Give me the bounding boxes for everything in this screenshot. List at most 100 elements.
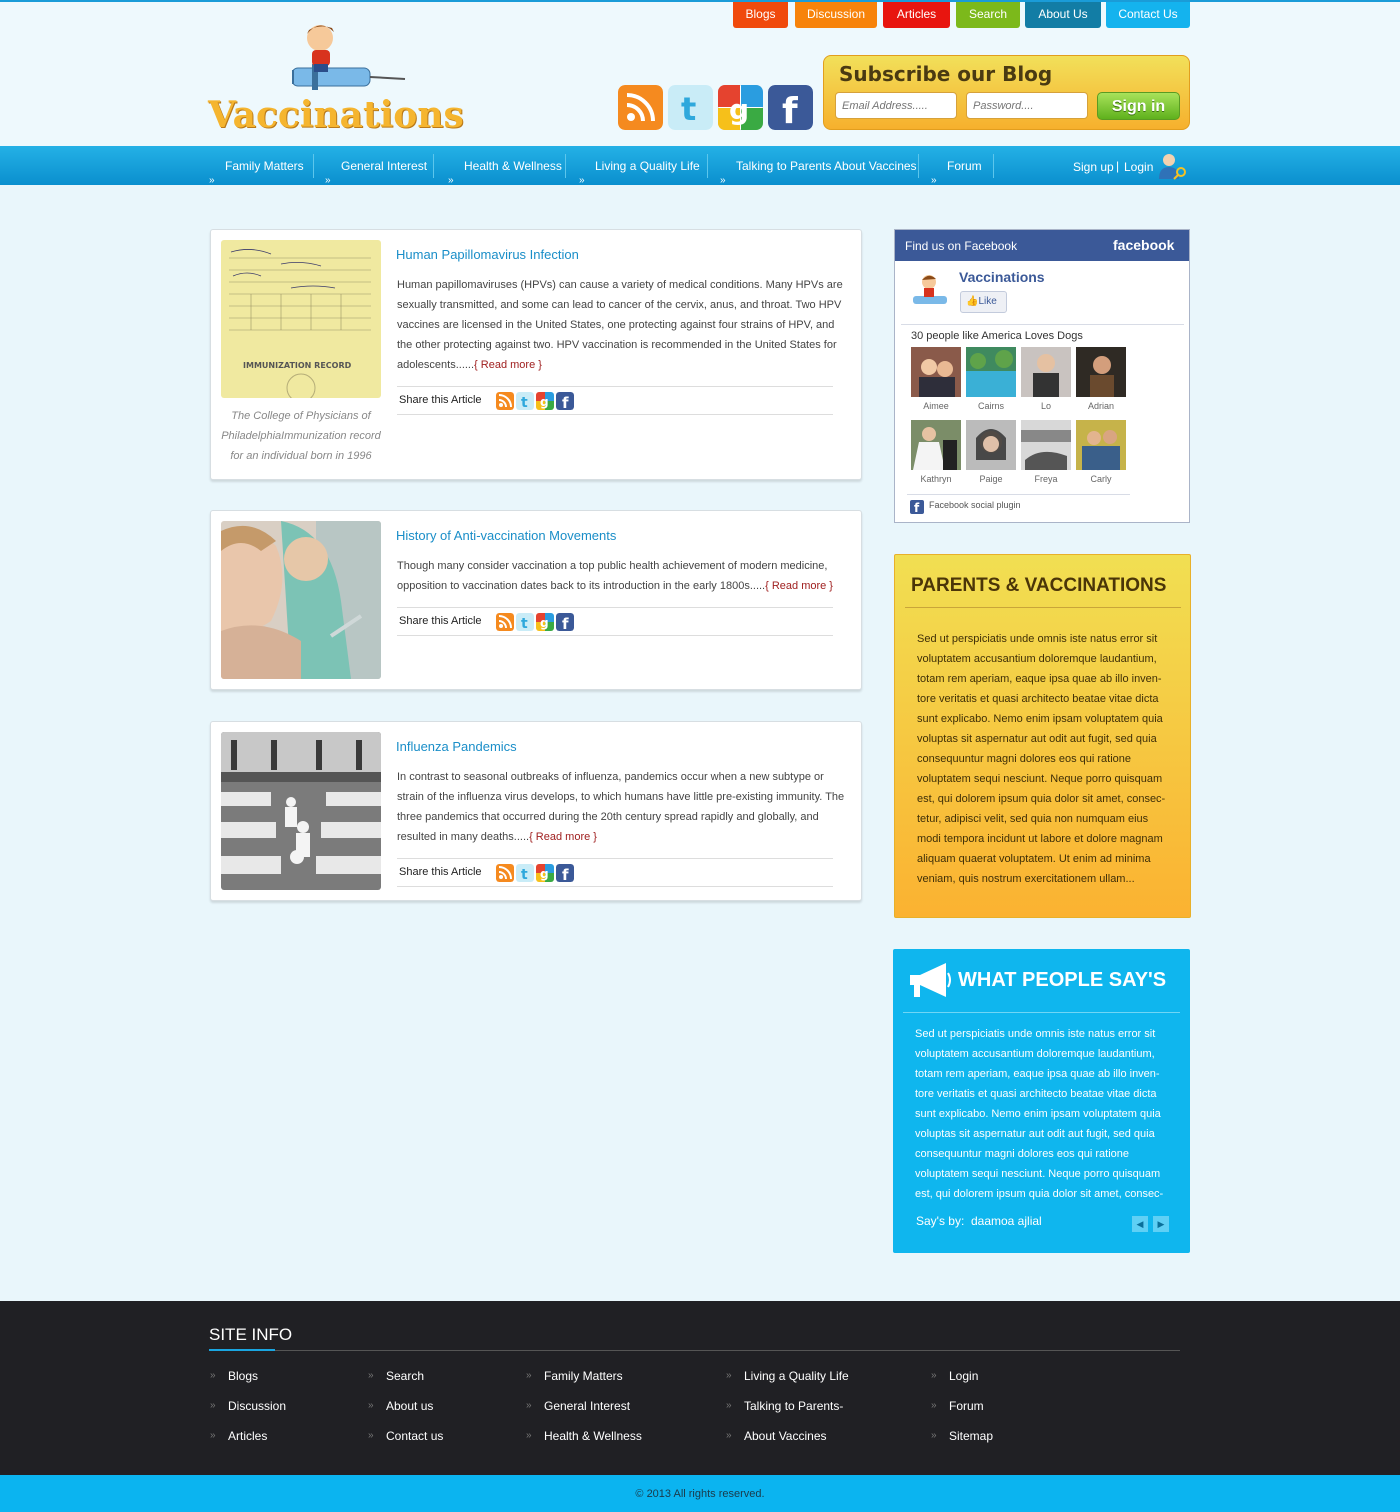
svg-text:t: t xyxy=(681,90,696,128)
twitter-icon[interactable]: t xyxy=(516,392,534,410)
twitter-icon[interactable]: t xyxy=(668,85,713,130)
fan-avatar[interactable]: Lo xyxy=(1021,347,1071,411)
twitter-icon[interactable]: t xyxy=(516,864,534,882)
article-excerpt: Human papillomaviruses (HPVs) can cause … xyxy=(397,275,847,375)
page-avatar[interactable] xyxy=(913,270,953,312)
svg-text:t: t xyxy=(521,395,528,410)
nav-health-wellness[interactable]: » Health & Wellness xyxy=(448,146,562,186)
fan-avatar[interactable]: Paige xyxy=(966,420,1016,484)
topnav-about-us[interactable]: About Us xyxy=(1025,2,1101,28)
footer-link-search[interactable]: » Search xyxy=(368,1369,424,1383)
nav-label: Forum xyxy=(947,159,982,173)
logo-text[interactable]: Vaccinations xyxy=(208,94,464,136)
password-field[interactable] xyxy=(966,92,1088,119)
fan-avatar[interactable]: Cairns xyxy=(966,347,1016,411)
nav-forum[interactable]: » Forum xyxy=(931,146,982,186)
google-icon[interactable]: g xyxy=(536,392,554,410)
facebook-page-name[interactable]: Vaccinations xyxy=(959,269,1045,285)
topnav-search[interactable]: Search xyxy=(956,2,1020,28)
divider xyxy=(905,607,1181,608)
article-title[interactable]: Influenza Pandemics xyxy=(396,739,517,754)
footer-link-login[interactable]: » Login xyxy=(931,1369,978,1383)
footer-link-sitemap[interactable]: » Sitemap xyxy=(931,1429,993,1443)
article-title[interactable]: Human Papillomavirus Infection xyxy=(396,247,579,262)
user-key-icon[interactable] xyxy=(1158,152,1188,180)
footer-link-label: About Vaccines xyxy=(744,1429,827,1443)
double-chevron-icon: » xyxy=(720,175,726,186)
read-more-link[interactable]: { Read more } xyxy=(765,580,833,592)
article-image-child-vaccination[interactable] xyxy=(221,521,381,679)
nav-talking-to-parents[interactable]: » Talking to Parents About Vaccines xyxy=(720,146,917,186)
footer-link-forum[interactable]: » Forum xyxy=(931,1399,984,1413)
fan-avatar[interactable]: Carly xyxy=(1076,420,1126,484)
article-image-influenza-ward[interactable] xyxy=(221,732,381,890)
google-icon[interactable]: g xyxy=(536,864,554,882)
nav-label: Family Matters xyxy=(225,159,304,173)
likes-page: America Loves Dogs xyxy=(981,330,1083,342)
chevron-icon: » xyxy=(210,1370,216,1381)
nav-general-interest[interactable]: » General Interest xyxy=(325,146,427,186)
footer-link-general-interest[interactable]: » General Interest xyxy=(526,1399,630,1413)
nav-living-quality-life[interactable]: » Living a Quality Life xyxy=(579,146,700,186)
fan-avatar[interactable]: Aimee xyxy=(911,347,961,411)
facebook-icon[interactable]: f xyxy=(556,864,574,882)
footer-link-about-vaccines[interactable]: » About Vaccines xyxy=(726,1429,827,1443)
likes-text: 30 people like xyxy=(911,330,979,342)
footer-link-living-quality-life[interactable]: » Living a Quality Life xyxy=(726,1369,849,1383)
fan-avatar[interactable]: Freya xyxy=(1021,420,1071,484)
footer-link-about-us[interactable]: » About us xyxy=(368,1399,433,1413)
fan-avatar[interactable]: Kathryn xyxy=(911,420,961,484)
nav-family-matters[interactable]: » Family Matters xyxy=(209,146,304,186)
nav-divider xyxy=(918,154,919,178)
footer-link-discussion[interactable]: » Discussion xyxy=(210,1399,286,1413)
facebook-brand[interactable]: facebook xyxy=(1113,237,1174,253)
facebook-plugin-label[interactable]: Facebook social plugin xyxy=(929,500,1021,510)
topnav-articles[interactable]: Articles xyxy=(883,2,950,28)
google-icon[interactable]: g xyxy=(718,85,763,130)
rss-icon[interactable] xyxy=(496,392,514,410)
topnav-blogs[interactable]: Blogs xyxy=(733,2,788,28)
next-arrow-icon[interactable]: ▶ xyxy=(1153,1216,1169,1232)
topnav-contact-us[interactable]: Contact Us xyxy=(1106,2,1190,28)
article-text: Though many consider vaccination a top p… xyxy=(397,560,828,592)
footer-link-family-matters[interactable]: » Family Matters xyxy=(526,1369,623,1383)
logo-mascot-icon xyxy=(292,25,406,90)
like-button[interactable]: 👍Like xyxy=(960,291,1007,313)
fan-photo xyxy=(1021,420,1071,470)
share-bar: Share this Article t g f xyxy=(397,858,833,887)
prev-arrow-icon[interactable]: ◀ xyxy=(1132,1216,1148,1232)
footer-link-talking-to-parents[interactable]: » Talking to Parents- xyxy=(726,1399,843,1413)
footer-link-contact-us[interactable]: » Contact us xyxy=(368,1429,443,1443)
rss-icon[interactable] xyxy=(496,613,514,631)
nav-label: Health & Wellness xyxy=(464,159,562,173)
sign-up-link[interactable]: Sign up xyxy=(1073,160,1114,174)
login-link[interactable]: Login xyxy=(1124,160,1153,174)
fan-avatar[interactable]: Adrian xyxy=(1076,347,1126,411)
nav-divider xyxy=(707,154,708,178)
topnav-discussion[interactable]: Discussion xyxy=(795,2,877,28)
facebook-icon[interactable]: f xyxy=(768,85,813,130)
footer-link-label: Sitemap xyxy=(949,1429,994,1443)
twitter-icon[interactable]: t xyxy=(516,613,534,631)
facebook-icon[interactable]: f xyxy=(556,613,574,631)
footer-title: SITE INFO xyxy=(209,1325,293,1344)
footer-link-blogs[interactable]: » Blogs xyxy=(210,1369,258,1383)
email-field[interactable] xyxy=(835,92,957,119)
parents-vaccinations-box: PARENTS & VACCINATIONS Sed ut perspiciat… xyxy=(894,554,1191,918)
footer-link-label: Articles xyxy=(228,1429,268,1443)
rss-icon[interactable] xyxy=(496,864,514,882)
nav-separator: | xyxy=(1116,159,1120,173)
sign-in-button[interactable]: Sign in xyxy=(1097,92,1180,120)
article-card: History of Anti-vaccination Movements Th… xyxy=(210,510,862,690)
facebook-icon[interactable]: f xyxy=(556,392,574,410)
rss-icon[interactable] xyxy=(618,85,663,130)
footer-link-health-wellness[interactable]: » Health & Wellness xyxy=(526,1429,642,1443)
google-icon[interactable]: g xyxy=(536,613,554,631)
divider xyxy=(901,324,1184,325)
article-image-immunization-record[interactable]: IMMUNIZATION RECORD xyxy=(221,240,381,398)
read-more-link[interactable]: { Read more } xyxy=(529,831,597,843)
footer-link-articles[interactable]: » Articles xyxy=(210,1429,267,1443)
article-title[interactable]: History of Anti-vaccination Movements xyxy=(396,528,616,543)
footer-link-label: General Interest xyxy=(544,1399,631,1413)
read-more-link[interactable]: { Read more } xyxy=(474,359,542,371)
